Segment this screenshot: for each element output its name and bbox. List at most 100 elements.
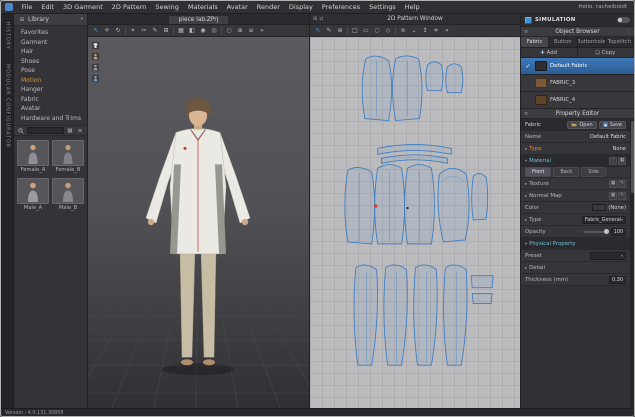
more-tools-2d-icon[interactable]: » — [442, 26, 452, 36]
library-item-hanger[interactable]: Hanger — [14, 85, 87, 95]
arrangement-points-icon[interactable]: ⊕ — [235, 26, 245, 36]
rotate-icon[interactable]: ↻ — [113, 26, 123, 36]
tab-buttonhole[interactable]: Buttonhole — [578, 37, 606, 47]
search-input[interactable] — [27, 127, 64, 134]
avatar-show-icon[interactable]: ○ — [224, 26, 234, 36]
menu-file[interactable]: File — [17, 3, 37, 11]
opacity-value[interactable]: 100 — [611, 228, 626, 236]
panel-options-icon[interactable]: ⋮ — [626, 29, 631, 35]
tab-topstitch[interactable]: Topstitch — [606, 37, 634, 47]
menu-display[interactable]: Display — [284, 3, 317, 11]
opacity-slider[interactable] — [583, 231, 609, 233]
tab-fabric[interactable]: Fabric — [521, 37, 549, 47]
show-garment-icon[interactable] — [91, 41, 100, 50]
material-options-icon[interactable]: ⋮ — [609, 157, 617, 165]
material-tab-side[interactable]: Side — [581, 167, 606, 177]
menu-preferences[interactable]: Preferences — [317, 3, 364, 11]
show-hair-icon[interactable] — [91, 63, 100, 72]
sync-icon[interactable]: ⇄ — [319, 16, 323, 22]
menu-help[interactable]: Help — [400, 3, 424, 11]
menu-avatar[interactable]: Avatar — [222, 3, 252, 11]
grid-icon[interactable]: ≡ — [246, 26, 256, 36]
sewing-icon[interactable]: ✎ — [150, 26, 160, 36]
thickness-value[interactable]: 0.30 — [609, 276, 626, 284]
tab-button[interactable]: Button — [549, 37, 577, 47]
library-item-garment[interactable]: Garment — [14, 38, 87, 48]
preset-dropdown[interactable]: ▾ — [590, 252, 626, 260]
select-move-icon[interactable]: ↖ — [91, 26, 101, 36]
rectangle-icon[interactable]: ▭ — [361, 26, 371, 36]
show-shoes-icon[interactable] — [91, 74, 100, 83]
measure-icon[interactable]: ⌗ — [431, 26, 441, 36]
polygon-icon[interactable]: □ — [350, 26, 360, 36]
rail-history-tab[interactable]: HISTORY — [5, 22, 10, 50]
fabric-row-default[interactable]: ✓ Default Fabric — [521, 58, 634, 75]
show-avatar-icon[interactable] — [91, 52, 100, 61]
library-thumb-female-b[interactable]: Female_B — [52, 140, 84, 173]
copy-fabric-button[interactable]: ❏Copy — [578, 48, 635, 57]
dart-icon[interactable]: ◇ — [383, 26, 393, 36]
canvas-3d[interactable] — [88, 37, 309, 408]
scissors-icon[interactable]: ✂ — [139, 26, 149, 36]
open-button[interactable]: Open — [567, 121, 596, 129]
notch-icon[interactable]: ⌄ — [409, 26, 419, 36]
menu-materials[interactable]: Materials — [183, 3, 222, 11]
normal-map-image-icon[interactable]: ▦ — [609, 192, 617, 200]
library-item-pose[interactable]: Pose — [14, 66, 87, 76]
property-editor-scrollbar[interactable] — [630, 119, 634, 408]
more-tools-icon[interactable]: » — [257, 26, 267, 36]
expand-arrow-icon[interactable]: ▸ — [525, 146, 527, 151]
fabric-row-3[interactable]: FABRIC_3 — [521, 75, 634, 92]
user-greeting[interactable]: Hello, rachelboldt — [578, 4, 630, 10]
rail-modular-configurator-tab[interactable]: MODULAR CONFIGURATOR — [5, 64, 10, 148]
grainline-icon[interactable]: ↕ — [420, 26, 430, 36]
tape-icon[interactable]: ⊞ — [161, 26, 171, 36]
library-thumb-female-a[interactable]: Female_A — [17, 140, 49, 173]
material-grid-icon[interactable]: ▦ — [618, 157, 626, 165]
seam-icon[interactable]: ≋ — [398, 26, 408, 36]
texture-edit-icon[interactable]: ✎ — [618, 180, 626, 188]
type-value[interactable]: None — [612, 146, 626, 152]
texture-image-icon[interactable]: ▦ — [609, 180, 617, 188]
menu-edit[interactable]: Edit — [37, 3, 59, 11]
material-tab-back[interactable]: Back — [553, 167, 579, 177]
physical-property-section-row[interactable]: ▾Physical Property — [521, 238, 630, 250]
library-item-favorites[interactable]: Favorites — [14, 28, 87, 38]
texture-view-icon[interactable]: ▦ — [176, 26, 186, 36]
library-item-shoes[interactable]: Shoes — [14, 57, 87, 67]
menu-sewing[interactable]: Sewing — [151, 3, 184, 11]
scrollbar-thumb[interactable] — [631, 121, 634, 193]
normal-map-edit-icon[interactable]: ✎ — [618, 192, 626, 200]
material-tab-front[interactable]: Front — [525, 167, 551, 177]
menu-3d-garment[interactable]: 3D Garment — [58, 3, 107, 11]
transform-pattern-icon[interactable]: ↖ — [313, 26, 323, 36]
slider-knob[interactable] — [604, 229, 609, 234]
project-tab[interactable]: piece lab.ZPrj — [168, 15, 230, 24]
library-item-avatar[interactable]: Avatar — [14, 104, 87, 114]
material-section-row[interactable]: ▾Material ⋮▦ — [521, 155, 630, 167]
library-item-motion[interactable]: Motion — [14, 76, 87, 86]
add-fabric-button[interactable]: ✚Add — [521, 48, 578, 57]
expand-arrow-icon[interactable]: ▸ — [525, 181, 527, 186]
expand-arrow-icon[interactable]: ▸ — [525, 193, 527, 198]
library-item-hair[interactable]: Hair — [14, 47, 87, 57]
library-thumb-male-a[interactable]: Male_A — [17, 178, 49, 211]
library-thumb-male-b[interactable]: Male_B — [52, 178, 84, 211]
save-button[interactable]: Save — [599, 121, 626, 129]
grid-view-icon[interactable]: ▦ — [66, 127, 74, 135]
canvas-2d[interactable] — [310, 37, 520, 408]
fabric-row-4[interactable]: FABRIC_4 — [521, 92, 634, 109]
edit-pattern-icon[interactable]: ✎ — [324, 26, 334, 36]
library-collapse-icon[interactable]: ▾ — [81, 17, 83, 22]
stress-map-icon[interactable]: ◉ — [198, 26, 208, 36]
library-item-hardware-and-trims[interactable]: Hardware and Trims — [14, 114, 87, 124]
material-type-dropdown[interactable]: Fabric_General▾ — [582, 216, 626, 224]
strain-map-icon[interactable]: ◎ — [209, 26, 219, 36]
panel-menu-icon[interactable]: ≡ — [524, 111, 528, 117]
menu-render[interactable]: Render — [252, 3, 284, 11]
simulation-toggle[interactable] — [617, 17, 630, 23]
dock-icon[interactable]: ⊞ — [313, 16, 317, 22]
expand-arrow-icon[interactable]: ▸ — [525, 217, 527, 222]
circle-icon[interactable]: ○ — [372, 26, 382, 36]
pin-icon[interactable]: ⌖ — [128, 26, 138, 36]
